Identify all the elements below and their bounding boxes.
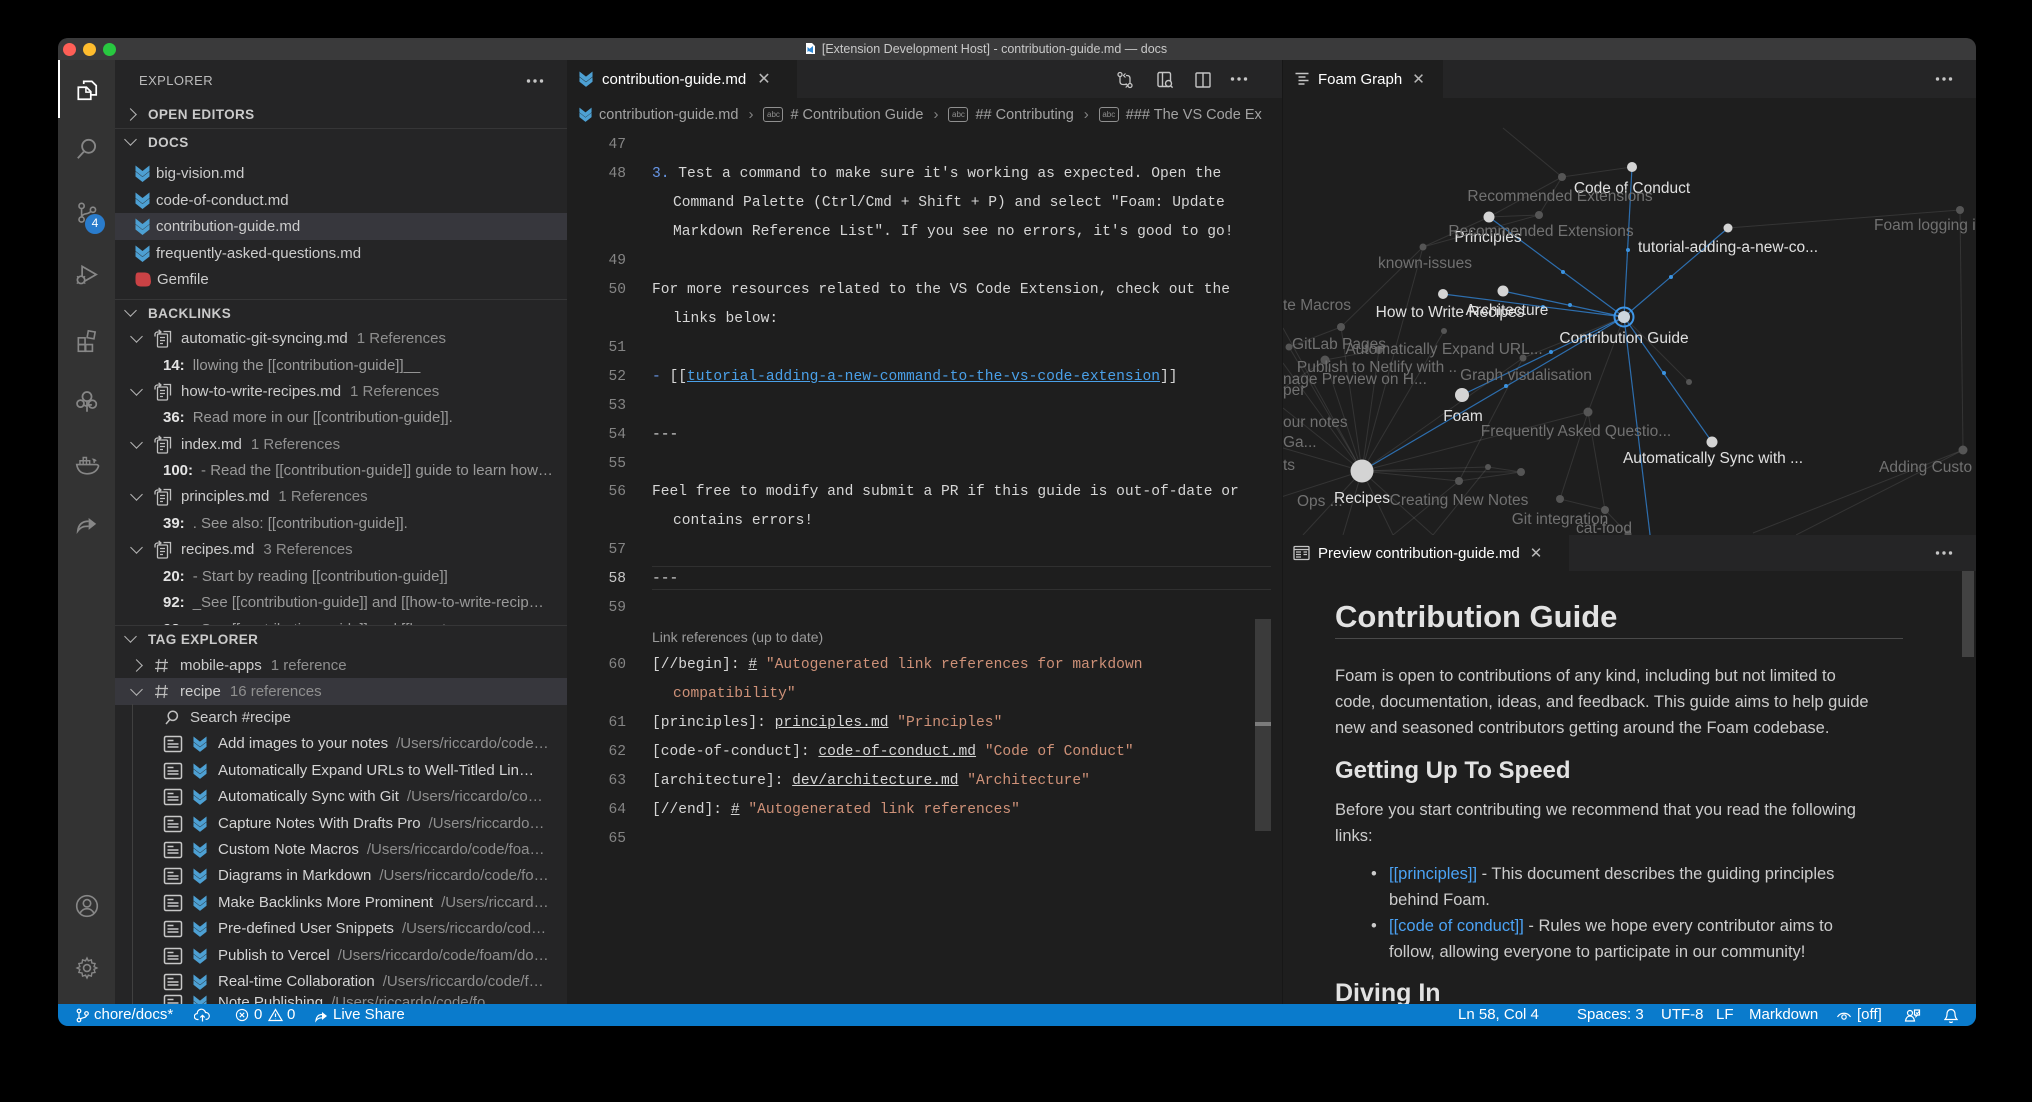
svg-text:Automatically Sync with ...: Automatically Sync with ... (1623, 450, 1803, 467)
svg-text:Contribution Guide: Contribution Guide (1559, 330, 1688, 347)
svg-text:Frequently Asked Questio...: Frequently Asked Questio... (1481, 423, 1671, 440)
svg-text:Ga...: Ga... (1283, 434, 1317, 451)
svg-text:Recommended Extensions: Recommended Extensions (1448, 223, 1633, 240)
svg-text:Ops ...: Ops ... (1297, 493, 1343, 510)
svg-text:Automatically Expand URL...: Automatically Expand URL... (1345, 341, 1542, 358)
svg-text:Foam logging i: Foam logging i (1874, 217, 1976, 234)
svg-text:tutorial-adding-a-new-co...: tutorial-adding-a-new-co... (1638, 239, 1818, 256)
svg-text:Creating New Notes: Creating New Notes (1390, 492, 1529, 509)
svg-text:Foam: Foam (1443, 408, 1483, 425)
svg-text:Architecture: Architecture (1466, 302, 1549, 319)
svg-text:Graph visualisation: Graph visualisation (1460, 367, 1592, 384)
svg-text:our notes: our notes (1283, 414, 1348, 431)
svg-text:known-issues: known-issues (1378, 255, 1472, 272)
svg-text:Recommended Extensions: Recommended Extensions (1467, 188, 1652, 205)
svg-text:Adding Custo: Adding Custo (1879, 459, 1972, 476)
svg-text:per: per (1283, 382, 1305, 399)
svg-text:cat-food: cat-food (1576, 520, 1632, 535)
svg-text:te Macros: te Macros (1283, 297, 1351, 314)
svg-text:ts: ts (1283, 457, 1295, 474)
